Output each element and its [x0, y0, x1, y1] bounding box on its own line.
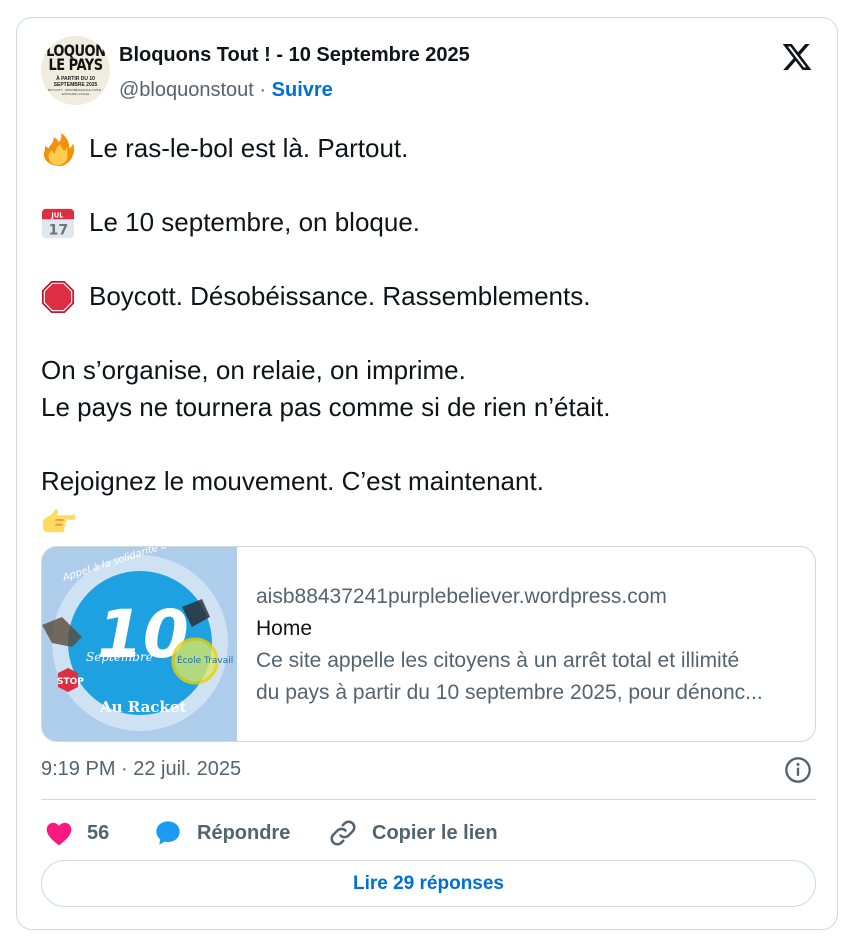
read-replies-button[interactable]: Lire 29 réponses	[41, 860, 816, 907]
tweet-line-text: Le ras-le-bol est là. Partout.	[89, 133, 409, 163]
info-icon[interactable]	[784, 756, 812, 784]
link-icon	[330, 820, 356, 846]
copy-link-button[interactable]: Copier le lien	[328, 813, 498, 853]
tweet-text: Le ras-le-bol est là. Partout. JUL 17 Le…	[41, 130, 811, 537]
thumb-subtitle: Septembre	[86, 650, 153, 664]
pointing-right-icon	[42, 508, 75, 532]
reply-bubble-icon	[156, 821, 180, 845]
separator-dot: ·	[259, 79, 267, 101]
tweet-line-text: Boycott. Désobéissance. Rassemblements.	[89, 281, 591, 311]
thumb-stop: STOP	[57, 677, 84, 687]
thumb-badge: École Travail	[177, 654, 233, 666]
author-handle-row: @bloquonstout · Suivre	[119, 79, 333, 102]
like-count: 56	[87, 821, 110, 844]
tweet-line: JUL 17 Le 10 septembre, on bloque.	[41, 204, 811, 241]
tweet-line: Le pays ne tournera pas comme si de rien…	[41, 392, 611, 422]
tweet-line: Boycott. Désobéissance. Rassemblements.	[41, 278, 811, 315]
tweet-line: Rejoignez le mouvement. C’est maintenant…	[41, 466, 544, 496]
follow-button[interactable]: Suivre	[272, 79, 333, 101]
divider	[41, 799, 816, 800]
author-handle[interactable]: @bloquonstout	[119, 79, 254, 101]
link-preview-card[interactable]: Appel à la solidarité du peuple 10 Septe…	[41, 546, 816, 742]
link-domain: aisb88437241purplebeliever.wordpress.com	[256, 585, 667, 608]
avatar-text-line2: LE PAYS	[48, 56, 103, 75]
tweet-embed-card: BLOQUONS LE PAYS À PARTIR DU 10 SEPTEMBR…	[16, 17, 838, 930]
calendar-day: 17	[49, 222, 69, 238]
tweet-blank-line	[41, 167, 811, 204]
link-info: aisb88437241purplebeliever.wordpress.com…	[256, 581, 801, 709]
thumb-footer: Au Racket	[99, 698, 186, 716]
fire-icon	[43, 132, 75, 166]
reply-label: Répondre	[197, 821, 291, 844]
tweet-blank-line	[41, 426, 811, 463]
link-thumbnail: Appel à la solidarité du peuple 10 Septe…	[42, 547, 237, 741]
heart-icon	[46, 822, 72, 846]
tweet-line-text: Le 10 septembre, on bloque.	[89, 207, 421, 237]
reply-button[interactable]: Répondre	[153, 813, 290, 853]
tweet-line	[41, 500, 811, 537]
link-title: Home	[256, 617, 313, 640]
author-name[interactable]: Bloquons Tout ! - 10 Septembre 2025	[119, 44, 470, 67]
like-button[interactable]: 56	[45, 813, 109, 853]
tweet-line: Le ras-le-bol est là. Partout.	[41, 130, 811, 167]
tweet-blank-line	[41, 315, 811, 352]
action-bar: 56 Répondre Copier le lien	[41, 813, 816, 853]
author-avatar[interactable]: BLOQUONS LE PAYS À PARTIR DU 10 SEPTEMBR…	[41, 36, 110, 105]
tweet-timestamp[interactable]: 9:19 PM · 22 juil. 2025	[41, 758, 241, 781]
link-description-line1: Ce site appelle les citoyens à un arrêt …	[256, 649, 740, 672]
avatar-text-line4: BOYCOTT · DÉSOBÉISSANCE CIVILE · ENTRAID…	[48, 88, 103, 96]
calendar-icon: JUL 17	[41, 208, 75, 238]
tweet-blank-line	[41, 241, 811, 278]
link-description-line2: du pays à partir du 10 septembre 2025, p…	[256, 681, 763, 704]
tweet-line: On s’organise, on relaie, on imprime.	[41, 355, 466, 385]
stop-sign-icon	[41, 280, 75, 313]
copy-link-label: Copier le lien	[372, 821, 498, 844]
avatar-text-line3: À PARTIR DU 10 SEPTEMBRE 2025	[53, 76, 98, 88]
x-logo-icon[interactable]	[780, 41, 814, 73]
calendar-month: JUL	[50, 211, 64, 219]
